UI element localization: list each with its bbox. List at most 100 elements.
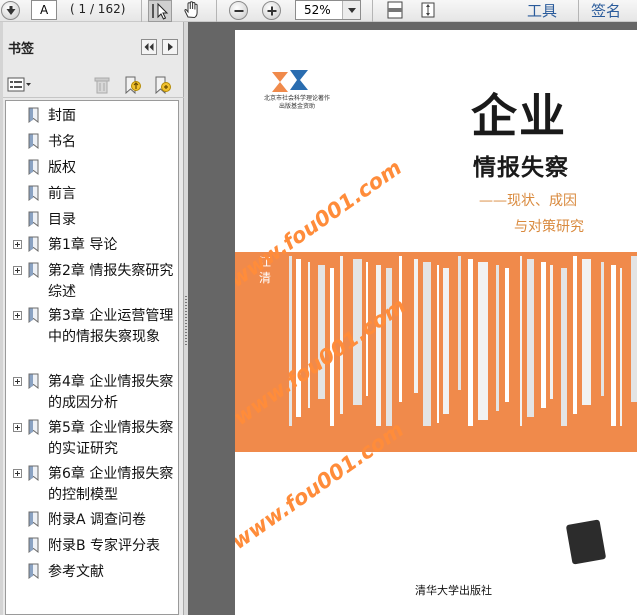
cover-stripe <box>541 262 546 408</box>
publisher-name: 清华大学出版社 <box>415 584 492 597</box>
bookmark-item[interactable]: 目录 <box>6 211 178 232</box>
publisher-top-line: 北京市社会科学理论著作 <box>263 95 330 102</box>
bookmark-item[interactable]: 第6章 企业情报失察的控制模型 <box>6 465 178 507</box>
bookmarks-panel-header: 书签 <box>3 22 184 68</box>
double-chevron-left-icon <box>144 43 154 51</box>
bookmark-item[interactable]: 附录A 调查问卷 <box>6 511 178 532</box>
fit-page-icon <box>387 1 403 19</box>
delete-bookmark-button[interactable] <box>92 75 112 95</box>
bookmark-label: 封面 <box>48 108 76 124</box>
expand-bookmark-button[interactable] <box>152 75 172 95</box>
zoom-in-button[interactable] <box>262 1 281 20</box>
full-screen-button[interactable] <box>417 0 441 22</box>
sign-button[interactable]: 签名 <box>591 0 621 21</box>
cover-stripe <box>386 268 392 426</box>
publisher-top-line: 出版基金资助 <box>278 103 315 110</box>
bookmark-label: 参考文献 <box>48 564 104 580</box>
collapse-panel-button[interactable] <box>141 39 157 55</box>
expand-icon[interactable] <box>13 240 22 249</box>
book-title: 企业 <box>471 89 567 143</box>
bookmark-label: 附录B 专家评分表 <box>48 538 161 554</box>
hand-icon <box>184 1 198 19</box>
tools-button[interactable]: 工具 <box>527 0 557 21</box>
qr-code <box>565 519 607 565</box>
fit-page-button[interactable] <box>384 0 408 22</box>
expand-icon[interactable] <box>13 266 22 275</box>
cover-stripe <box>478 262 488 420</box>
splitter-grip[interactable] <box>185 296 187 346</box>
bookmark-item[interactable]: 参考文献 <box>6 563 178 584</box>
cover-stripe <box>443 268 449 414</box>
expand-icon[interactable] <box>13 423 22 432</box>
cover-stripe <box>296 259 301 417</box>
cover-stripe <box>289 256 292 426</box>
plus-icon <box>267 6 277 16</box>
page-count: ( 1 / 162) <box>70 2 126 16</box>
bookmark-item[interactable]: 第2章 情报失察研究综述 <box>6 262 178 304</box>
expand-icon[interactable] <box>13 469 22 478</box>
book-tagline: 与对策研究 <box>514 219 584 235</box>
cover-stripe <box>437 265 439 423</box>
arrow-down-icon <box>6 6 16 15</box>
toolbar-separator <box>372 0 373 22</box>
bookmark-item[interactable]: 第1章 导论 <box>6 236 178 257</box>
cover-stripe <box>505 268 509 402</box>
zoom-value: 52% <box>304 3 331 17</box>
bookmark-item[interactable]: 书名 <box>6 133 178 154</box>
bookmark-icon <box>28 185 39 201</box>
bookmark-label: 第3章 企业运营管理中的情报失察现象 <box>48 308 174 345</box>
cover-stripe <box>376 265 381 426</box>
toolbar: A ( 1 / 162) 52% 工具 签名 <box>0 0 637 22</box>
cover-stripe <box>631 256 637 402</box>
next-page-button[interactable] <box>1 1 20 20</box>
select-tool-button[interactable] <box>148 0 172 22</box>
cover-stripe <box>582 259 591 405</box>
bookmarks-tree: 封面书名版权前言目录第1章 导论第2章 情报失察研究综述第3章 企业运营管理中的… <box>5 100 179 615</box>
bookmark-options-button[interactable] <box>7 75 33 95</box>
document-area[interactable]: 北京市社会科学理论著作 出版基金资助 企业 情报失察 ——现状、成因 与对策研究… <box>188 22 637 615</box>
bookmark-item[interactable]: 第3章 企业运营管理中的情报失察现象 <box>6 307 178 370</box>
zoom-out-button[interactable] <box>229 1 248 20</box>
zoom-select[interactable]: 52% <box>295 0 361 20</box>
bookmark-label: 附录A 调查问卷 <box>48 512 147 528</box>
cursor-icon <box>152 2 169 20</box>
cover-stripe <box>611 265 616 426</box>
new-bookmark-button[interactable] <box>122 75 142 95</box>
bookmark-label: 第6章 企业情报失察的控制模型 <box>48 466 174 503</box>
chevron-down-icon[interactable] <box>342 1 360 19</box>
expand-icon[interactable] <box>13 377 22 386</box>
bookmark-icon <box>28 537 39 553</box>
cover-stripe <box>601 262 604 396</box>
cover-stripe <box>399 256 402 402</box>
expand-bookmark-icon <box>155 76 171 95</box>
panel-options-button[interactable] <box>162 39 178 55</box>
bookmark-item[interactable]: 第4章 企业情报失察的成因分析 <box>6 373 178 415</box>
panel-title: 书签 <box>8 42 35 57</box>
bookmark-item[interactable]: 第5章 企业情报失察的实证研究 <box>6 419 178 461</box>
pdf-page[interactable]: 北京市社会科学理论著作 出版基金资助 企业 情报失察 ——现状、成因 与对策研究… <box>235 30 637 615</box>
bookmark-label: 目录 <box>48 212 76 228</box>
bookmarks-panel: 书签 封面 书名 版权 前言 目录 第1章 导论 第2章 情报失察研究综述 第3… <box>3 22 184 615</box>
bookmark-icon <box>28 511 39 527</box>
bookmark-item[interactable]: 前言 <box>6 185 178 206</box>
toolbar-separator <box>216 0 217 22</box>
page-number-input[interactable]: A <box>31 0 57 20</box>
expand-icon[interactable] <box>13 311 22 320</box>
cover-stripe <box>308 262 310 408</box>
bookmark-icon <box>28 563 39 579</box>
bookmark-label: 版权 <box>48 160 76 176</box>
bookmark-icon <box>28 133 39 149</box>
hand-tool-button[interactable] <box>181 0 205 22</box>
cover-stripe <box>573 256 577 414</box>
cover-stripe <box>527 259 534 417</box>
cover-stripe <box>496 265 499 411</box>
bookmark-label: 第5章 企业情报失察的实证研究 <box>48 420 174 457</box>
bookmark-item[interactable]: 附录B 专家评分表 <box>6 537 178 558</box>
bookmark-icon <box>28 236 39 252</box>
bookmark-item[interactable]: 封面 <box>6 107 178 128</box>
bookmarks-toolbar <box>3 72 184 98</box>
bookmark-icon <box>28 211 39 227</box>
bookmark-label: 第1章 导论 <box>48 237 118 253</box>
bookmark-item[interactable]: 版权 <box>6 159 178 180</box>
bookmark-icon <box>28 373 39 389</box>
